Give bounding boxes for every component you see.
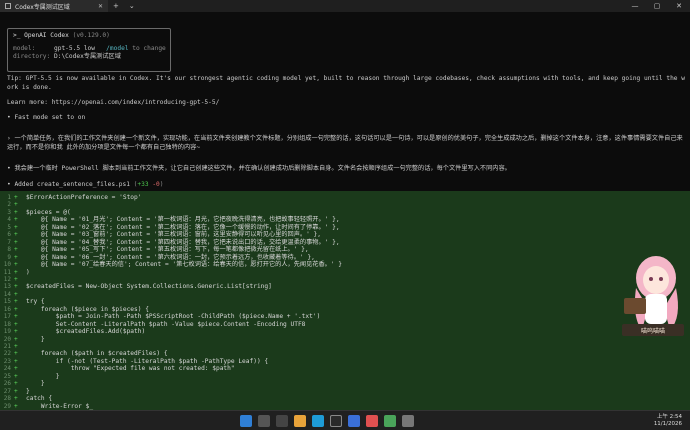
app-icon-green[interactable] [383, 414, 396, 427]
model-value: gpt-5.5 low [54, 44, 95, 52]
stat-close: ) [159, 181, 164, 188]
terminal-icon [5, 3, 11, 9]
lines-removed: -0 [152, 181, 160, 188]
app-icon[interactable] [347, 414, 360, 427]
clock-time: 上午 2:54 [656, 413, 683, 420]
search-icon[interactable] [257, 414, 270, 427]
added-filename: create_sentence_files.ps1 [36, 181, 134, 188]
app-icon-gray[interactable] [401, 414, 414, 427]
diff-view: 1 + $ErrorActionPreference = 'Stop' 2 +3 + $pi… [0, 191, 690, 410]
codex-banner: >_ OpenAI Codex (v0.129.0) model: gpt-5.… [7, 28, 171, 72]
banner-title: >_ OpenAI Codex [13, 32, 73, 39]
directory-value: D:\Codex专属测试区域 [54, 53, 121, 60]
app-icon-red[interactable] [365, 414, 378, 427]
added-prefix: • Added [7, 181, 37, 188]
tip-text: Tip: GPT-5.5 is now available in Codex. … [7, 75, 685, 91]
close-tab-icon[interactable]: ✕ [98, 3, 103, 10]
diff-code: Write-Error $_ [26, 402, 94, 410]
learn-more-text: Learn more: https://openai.com/index/int… [7, 99, 220, 106]
windows-start-icon[interactable] [239, 414, 252, 427]
lines-added: +33 [137, 181, 149, 188]
model-command: /model [106, 44, 129, 52]
chevron-down-icon[interactable]: ⌄ [124, 0, 140, 12]
model-hint: to change [128, 44, 166, 52]
new-tab-button[interactable]: + [108, 0, 124, 12]
diff-line: 29 + Write-Error $_ [0, 403, 690, 410]
diff-plus-sign: + [14, 402, 18, 410]
title-bar: Codex专属测试区域 ✕ + ⌄ — ▢ ✕ [0, 0, 690, 12]
clock-date: 11/1/2026 [653, 420, 683, 427]
terminal-app-icon[interactable] [329, 414, 342, 427]
maximize-button[interactable]: ▢ [646, 0, 668, 12]
minimize-button[interactable]: — [624, 0, 646, 12]
task-view-icon[interactable] [275, 414, 288, 427]
anime-mascot-image: 喵呜喵喵 [622, 256, 684, 336]
file-explorer-icon[interactable] [293, 414, 306, 427]
terminal-tab[interactable]: Codex专属测试区域 ✕ [0, 0, 108, 12]
close-button[interactable]: ✕ [668, 0, 690, 12]
taskbar: 上午 2:54 11/1/2026 [0, 410, 690, 430]
system-clock[interactable]: 上午 2:54 11/1/2026 [654, 414, 690, 428]
mascot-caption: 喵呜喵喵 [641, 327, 665, 335]
edge-browser-icon[interactable] [311, 414, 324, 427]
fast-mode-text: • Fast mode set to on [7, 114, 86, 121]
tab-title: Codex专属测试区域 [15, 3, 70, 11]
added-file-line: • Added create_sentence_files.ps1 (+33 -… [7, 181, 687, 190]
user-prompt: › 一个简单任务，在我们的工作文件夹创建一个新文件，实现功能，在当前文件夹创建教… [7, 135, 683, 151]
diff-line-number: 29 [3, 402, 11, 410]
model-label: model: [13, 44, 36, 52]
banner-version: (v0.129.0) [72, 32, 110, 39]
terminal-area[interactable]: >_ OpenAI Codex (v0.129.0) model: gpt-5.… [0, 12, 690, 410]
directory-label: directory: [13, 53, 51, 60]
assistant-status: • 我会建一个临时 PowerShell 脚本到当前工作文件夹，让它自己创建这些… [7, 165, 511, 172]
